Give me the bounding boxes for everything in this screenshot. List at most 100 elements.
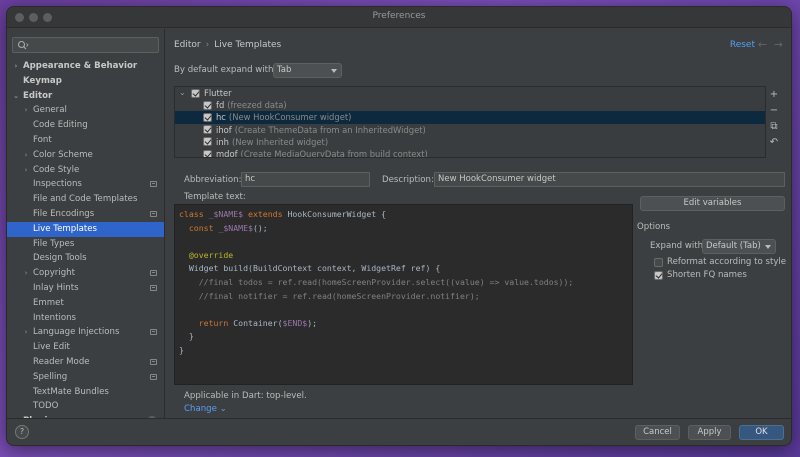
group-checkbox[interactable] (191, 88, 200, 98)
sidebar-item-todo[interactable]: TODO (7, 399, 164, 414)
copy-icon[interactable]: ⧉ (767, 121, 781, 137)
template-text-editor[interactable]: class _$NAME$ extends HookConsumerWidget… (174, 204, 633, 385)
sidebar-item-font[interactable]: Font (7, 133, 164, 148)
template-checkbox[interactable] (203, 149, 212, 157)
description-input[interactable]: New HookConsumer widget (434, 172, 785, 187)
template-group-flutter[interactable]: ⌄ Flutter (175, 87, 765, 99)
project-settings-icon (150, 284, 157, 291)
sidebar-item-file-and-code-templates[interactable]: File and Code Templates (7, 192, 164, 207)
sidebar-item-emmet[interactable]: Emmet (7, 296, 164, 311)
sidebar-item-label: Appearance & Behavior (23, 61, 138, 71)
sidebar-item-label: Font (33, 134, 52, 145)
sidebar-item-label: Intentions (33, 312, 77, 323)
template-row[interactable]: hc (New HookConsumer widget) (175, 111, 765, 124)
template-checkbox[interactable] (203, 125, 212, 135)
abbreviation-input[interactable]: hc (241, 172, 370, 187)
template-checkbox[interactable] (203, 112, 212, 122)
preferences-window: Preferences › Appearance & Behavior Keymap… (6, 6, 792, 446)
template-row-text: hc (New HookConsumer widget) (216, 111, 351, 123)
abbreviation-label: Abbreviation: (184, 175, 242, 185)
template-row[interactable]: mdof (Create MediaQueryData from build co… (175, 148, 765, 157)
group-label: Flutter (204, 88, 232, 98)
sidebar-item-label: Color Scheme (33, 149, 93, 160)
sidebar-item-keymap[interactable]: Keymap (7, 74, 164, 89)
sidebar-item-color-scheme[interactable]: › Color Scheme (7, 148, 164, 163)
chevron-right-icon[interactable]: › (21, 163, 31, 178)
change-context-link[interactable]: Change ⌄ (184, 404, 227, 414)
sidebar-item-label: Emmet (33, 297, 64, 308)
shorten-fq-checkbox[interactable] (654, 271, 663, 280)
sidebar-item-label: TextMate Bundles (33, 386, 109, 397)
sidebar-item-textmate-bundles[interactable]: TextMate Bundles (7, 385, 164, 400)
sidebar-item-label: Language Injections (33, 327, 120, 338)
chevron-down-icon[interactable]: ⌄ (11, 89, 21, 104)
sidebar-item-reader-mode[interactable]: Reader Mode (7, 355, 164, 370)
chevron-down-icon (765, 245, 771, 249)
shorten-fq-label: Shorten FQ names (667, 270, 747, 280)
sidebar-item-label: Live Templates (33, 223, 97, 234)
edit-variables-button[interactable]: Edit variables (640, 196, 785, 211)
sidebar-item-inlay-hints[interactable]: Inlay Hints (7, 281, 164, 296)
template-abbreviation: fd (216, 100, 225, 111)
template-checkbox[interactable] (203, 137, 212, 147)
sidebar-item-design-tools[interactable]: Design Tools (7, 251, 164, 266)
sidebar-item-editor[interactable]: ⌄ Editor (7, 89, 164, 104)
apply-button[interactable]: Apply (688, 425, 731, 440)
chevron-right-icon[interactable]: › (21, 325, 31, 340)
reformat-checkbox[interactable] (654, 258, 663, 267)
reformat-label: Reformat according to style (667, 257, 787, 267)
sidebar-item-label: File and Code Templates (33, 194, 138, 205)
forward-arrow-icon[interactable]: → (774, 38, 783, 51)
restore-icon[interactable]: ↶ (767, 137, 781, 153)
sidebar-item-appearance-behavior[interactable]: › Appearance & Behavior (7, 59, 164, 74)
chevron-right-icon[interactable]: › (21, 148, 31, 163)
sidebar-item-label: Inspections (33, 179, 82, 190)
search-input[interactable] (12, 37, 159, 53)
sidebar-item-file-encodings[interactable]: File Encodings (7, 207, 164, 222)
sidebar-item-language-injections[interactable]: › Language Injections (7, 325, 164, 340)
description-label: Description: (382, 175, 434, 185)
template-row[interactable]: fd (freezed data) (175, 99, 765, 111)
sidebar-item-label: Design Tools (33, 253, 87, 264)
sidebar-item-copyright[interactable]: › Copyright (7, 266, 164, 281)
chevron-right-icon[interactable]: › (11, 59, 21, 74)
chevron-right-icon[interactable]: › (21, 103, 31, 118)
expand-with-select[interactable]: Default (Tab) (702, 239, 776, 254)
sidebar-item-spelling[interactable]: Spelling (7, 370, 164, 385)
sidebar-item-inspections[interactable]: Inspections (7, 177, 164, 192)
template-description: (New Inherited widget) (231, 136, 329, 147)
sidebar-item-live-templates[interactable]: Live Templates (7, 221, 164, 237)
sidebar-item-file-types[interactable]: File Types (7, 237, 164, 252)
sidebar-item-label: Copyright (33, 268, 75, 279)
chevron-down-icon[interactable]: ⌄ (179, 87, 186, 99)
sidebar-item-intentions[interactable]: Intentions (7, 311, 164, 326)
template-abbreviation: ihof (216, 124, 232, 135)
remove-icon[interactable]: − (767, 105, 781, 121)
sidebar-item-live-edit[interactable]: Live Edit (7, 340, 164, 355)
sidebar-item-code-style[interactable]: › Code Style (7, 163, 164, 178)
template-abbreviation: hc (216, 112, 226, 123)
default-expand-value: Tab (277, 65, 292, 75)
sidebar-item-label: Editor (23, 90, 53, 101)
template-row[interactable]: ihof (Create ThemeData from an InheritedW… (175, 124, 765, 136)
sidebar-item-label: Code Editing (33, 120, 88, 131)
cancel-button[interactable]: Cancel (635, 425, 680, 440)
sidebar-item-label: Code Style (33, 164, 80, 175)
settings-sidebar: › Appearance & Behavior Keymap ⌄ Editor › Gene… (7, 29, 165, 445)
default-expand-select[interactable]: Tab (273, 63, 342, 78)
sidebar-item-general[interactable]: › General (7, 103, 164, 118)
sidebar-item-label: TODO (33, 401, 59, 412)
add-icon[interactable]: + (767, 89, 781, 105)
sidebar-item-code-editing[interactable]: Code Editing (7, 118, 164, 133)
template-checkbox[interactable] (203, 100, 212, 110)
ok-button[interactable]: OK (739, 425, 784, 440)
template-row[interactable]: inh (New Inherited widget) (175, 136, 765, 148)
chevron-right-icon[interactable]: › (21, 266, 31, 281)
expand-with-value: Default (Tab) (706, 241, 761, 251)
reset-link[interactable]: Reset (730, 40, 755, 50)
breadcrumb-editor[interactable]: Editor (174, 40, 201, 50)
help-button[interactable]: ? (15, 425, 29, 439)
back-arrow-icon[interactable]: ← (758, 38, 767, 51)
breadcrumb: Editor › Live Templates (174, 40, 281, 50)
project-settings-icon (150, 270, 157, 277)
